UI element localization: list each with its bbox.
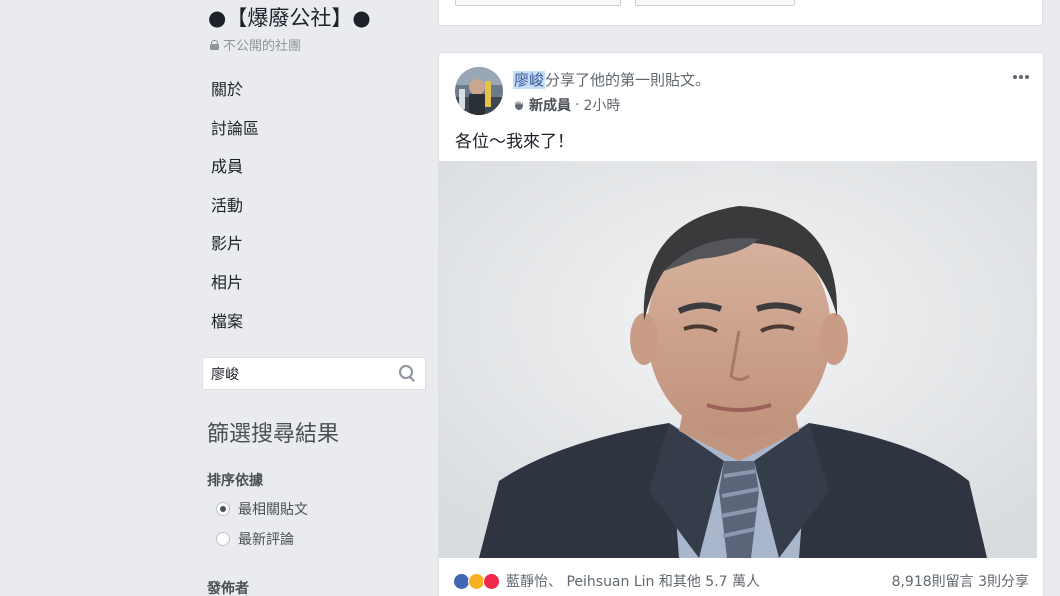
share-button[interactable] (635, 0, 795, 6)
nav-item-events[interactable]: 活動 (211, 194, 259, 233)
nav-item-about[interactable]: 關於 (211, 78, 259, 117)
post-timestamp[interactable]: 2小時 (583, 95, 620, 115)
wave-hand-icon (515, 100, 523, 110)
posted-by-heading: 發佈者 (207, 581, 249, 596)
lock-icon (210, 39, 219, 50)
new-member-badge: 新成員 (529, 98, 571, 114)
author-name-link[interactable]: 廖峻 (513, 71, 546, 89)
radio-checked-icon[interactable] (216, 502, 230, 516)
post-header: 廖峻分享了他的第一則貼文。 (513, 69, 710, 90)
nav-item-photos[interactable]: 相片 (211, 271, 259, 310)
filter-results-heading: 篩選搜尋結果 (207, 422, 340, 447)
sort-by-heading: 排序依據 (207, 473, 263, 489)
nav-item-discussion[interactable]: 討論區 (211, 117, 259, 156)
radio-unchecked-icon[interactable] (216, 532, 230, 546)
group-nav: 關於 討論區 成員 活動 影片 相片 檔案 (211, 78, 259, 348)
nav-item-members[interactable]: 成員 (211, 155, 259, 194)
meta-separator: · (575, 97, 580, 113)
group-privacy: 不公開的社團 (210, 35, 301, 54)
group-title[interactable]: ●【爆廢公社】● (208, 2, 371, 32)
sort-option-newest-comments[interactable]: 最新評論 (216, 529, 294, 549)
sort-option-label: 最相關貼文 (238, 502, 308, 518)
nav-item-videos[interactable]: 影片 (211, 232, 259, 271)
search-value[interactable]: 廖峻 (211, 364, 397, 384)
post-photo[interactable] (439, 161, 1037, 558)
group-action-bar (438, 0, 1043, 26)
reactions-bar[interactable]: 藍靜怡、 Peihsuan Lin 和其他 5.7 萬人 (453, 571, 760, 591)
nav-item-files[interactable]: 檔案 (211, 310, 259, 349)
love-reaction-icon (483, 572, 500, 590)
reactor-names[interactable]: 藍靜怡、 Peihsuan Lin 和其他 5.7 萬人 (506, 571, 760, 591)
sort-option-most-relevant[interactable]: 最相關貼文 (216, 499, 308, 519)
post-action-text: 分享了他的第一則貼文。 (545, 71, 711, 89)
joined-button[interactable] (455, 0, 621, 6)
author-avatar[interactable] (455, 67, 503, 115)
group-search-input[interactable]: 廖峻 (202, 357, 426, 390)
post-body: 各位～我來了！ (455, 132, 574, 152)
more-options-icon[interactable] (1013, 75, 1029, 79)
comment-share-counts[interactable]: 8,918則留言 3則分享 (892, 571, 1029, 591)
post-card: 廖峻分享了他的第一則貼文。 新成員 · 2小時 各位～我來了！ 藍靜怡、 Pei… (438, 52, 1044, 596)
search-icon[interactable] (397, 364, 417, 384)
privacy-label: 不公開的社團 (223, 39, 302, 54)
post-meta: 新成員 · 2小時 (513, 95, 620, 115)
sort-option-label: 最新評論 (238, 532, 294, 548)
